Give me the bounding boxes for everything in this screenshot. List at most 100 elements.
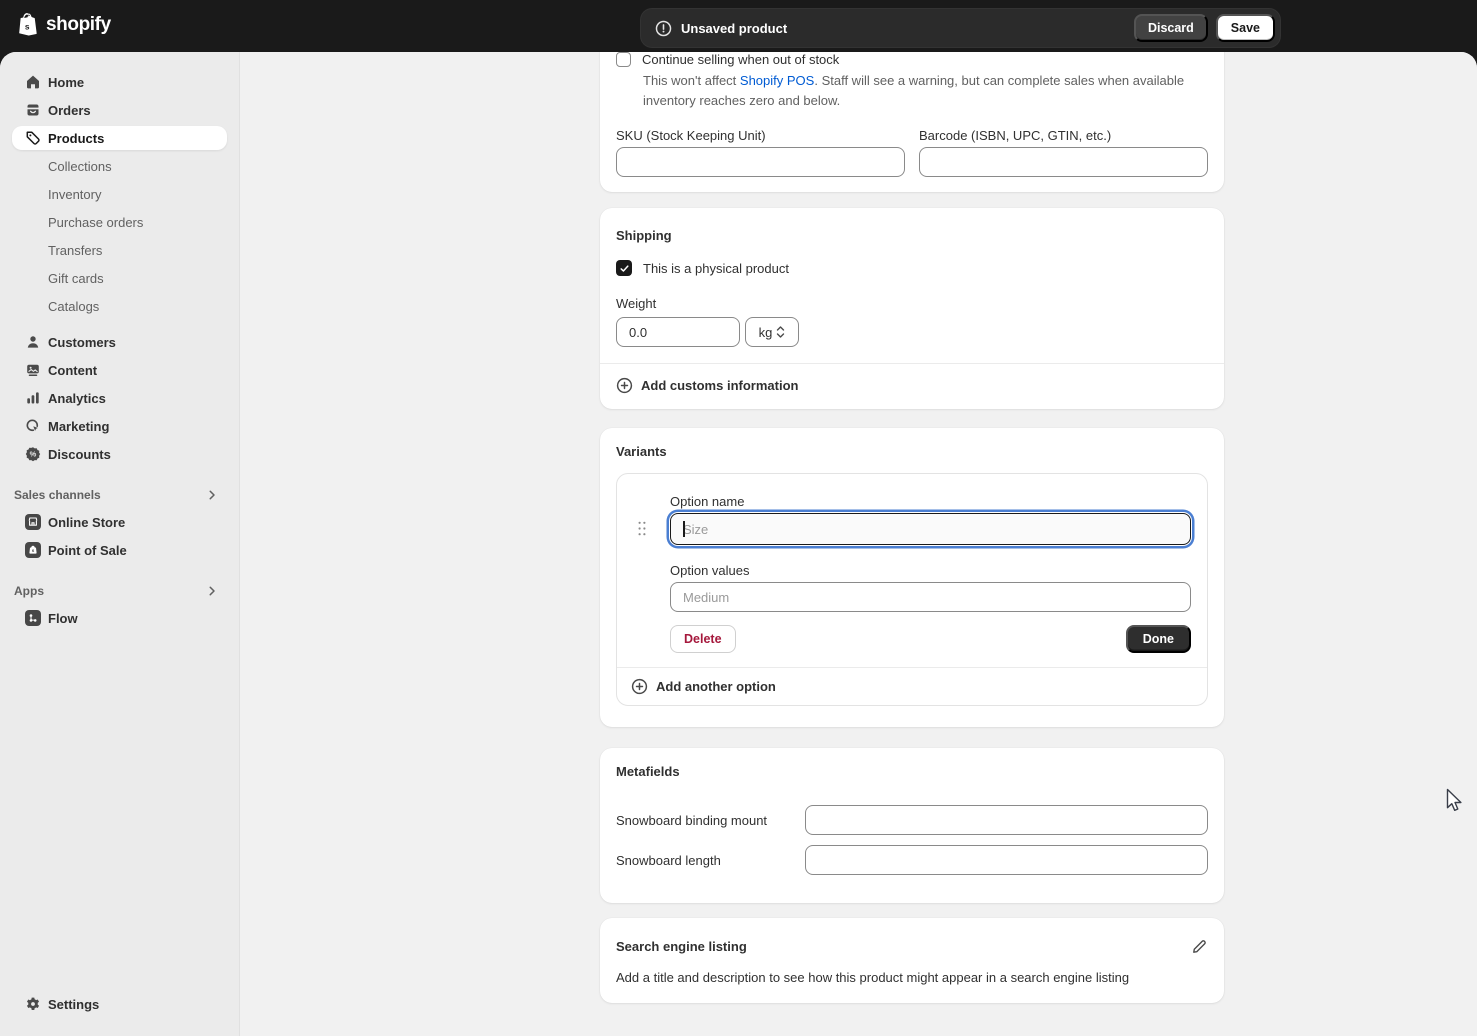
metafield-row: Snowboard binding mount xyxy=(616,805,1208,835)
sidebar-item-transfers[interactable]: Transfers xyxy=(12,238,227,262)
sidebar-item-orders[interactable]: Orders xyxy=(12,98,227,122)
shopify-wordmark: shopify xyxy=(46,14,111,36)
app-frame: Home Orders Products Collections Invento… xyxy=(0,52,1477,1036)
sidebar-subitem-label: Inventory xyxy=(48,187,101,202)
products-tag-icon xyxy=(25,130,41,146)
text-caret xyxy=(683,521,685,537)
plus-circle-icon xyxy=(616,377,633,394)
sku-label: SKU (Stock Keeping Unit) xyxy=(616,128,905,143)
add-another-option-button[interactable]: Add another option xyxy=(617,668,1207,704)
shopify-bag-icon: s xyxy=(15,12,39,38)
sidebar-subitem-label: Purchase orders xyxy=(48,215,143,230)
flow-icon xyxy=(25,610,41,626)
sidebar-item-label: Flow xyxy=(48,611,78,626)
shipping-title: Shipping xyxy=(616,228,1208,243)
apps-header[interactable]: Apps xyxy=(2,579,227,603)
shopify-pos-link[interactable]: Shopify POS xyxy=(740,73,814,88)
option-value-input[interactable] xyxy=(670,582,1191,612)
option-values-label: Option values xyxy=(670,563,1191,578)
sidebar-item-inventory[interactable]: Inventory xyxy=(12,182,227,206)
sidebar-item-label: Home xyxy=(48,75,84,90)
sidebar-item-content[interactable]: Content xyxy=(12,358,227,382)
point-of-sale-icon: s xyxy=(25,542,41,558)
customers-icon xyxy=(25,334,41,350)
sidebar-item-customers[interactable]: Customers xyxy=(12,330,227,354)
weight-unit-value: kg xyxy=(759,325,773,340)
analytics-icon xyxy=(25,390,41,406)
svg-text:%: % xyxy=(30,450,37,459)
sales-channels-header[interactable]: Sales channels xyxy=(2,483,227,507)
sidebar-item-analytics[interactable]: Analytics xyxy=(12,386,227,410)
sidebar-item-catalogs[interactable]: Catalogs xyxy=(12,294,227,318)
option-name-input[interactable] xyxy=(670,513,1191,545)
option-name-label: Option name xyxy=(670,494,1191,509)
contextual-save-bar: Unsaved product Discard Save xyxy=(640,8,1281,48)
sidebar-item-home[interactable]: Home xyxy=(12,70,227,94)
discard-button[interactable]: Discard xyxy=(1134,14,1208,42)
sidebar-item-collections[interactable]: Collections xyxy=(12,154,227,178)
metafield-label: Snowboard length xyxy=(616,853,805,868)
done-option-button[interactable]: Done xyxy=(1126,625,1191,653)
save-button[interactable]: Save xyxy=(1216,14,1275,42)
sidebar-item-products[interactable]: Products xyxy=(12,126,227,150)
sidebar-item-flow[interactable]: Flow xyxy=(12,606,227,630)
edit-pencil-icon[interactable] xyxy=(1191,938,1208,955)
inventory-card: Continue selling when out of stock This … xyxy=(600,52,1224,192)
sidebar-item-discounts[interactable]: % Discounts xyxy=(12,442,227,466)
metafield-row: Snowboard length xyxy=(616,845,1208,875)
weight-label: Weight xyxy=(616,296,1208,311)
main-area: Continue selling when out of stock This … xyxy=(240,52,1477,1036)
nav-gap xyxy=(0,322,239,330)
sidebar-item-marketing[interactable]: Marketing xyxy=(12,414,227,438)
apps-label: Apps xyxy=(14,584,44,598)
metafield-label: Snowboard binding mount xyxy=(616,813,805,828)
drag-handle-icon[interactable] xyxy=(638,521,646,539)
physical-product-checkbox[interactable] xyxy=(616,260,632,276)
snowboard-length-input[interactable] xyxy=(805,845,1208,875)
variant-option-editor: Option name Option values Delete Done xyxy=(616,473,1208,706)
plus-circle-icon xyxy=(631,678,648,695)
weight-unit-select[interactable]: kg xyxy=(745,317,799,347)
variants-title: Variants xyxy=(616,444,1208,459)
sidebar-item-label: Settings xyxy=(48,997,99,1012)
stepper-chevrons-icon xyxy=(776,325,785,339)
sidebar-nav: Home Orders Products Collections Invento… xyxy=(0,52,240,1036)
seo-card: Search engine listing Add a title and de… xyxy=(600,918,1224,1003)
gear-icon xyxy=(25,996,41,1012)
weight-input[interactable] xyxy=(616,317,740,347)
sidebar-item-label: Online Store xyxy=(48,515,125,530)
sidebar-item-label: Analytics xyxy=(48,391,106,406)
snowboard-binding-mount-input[interactable] xyxy=(805,805,1208,835)
svg-text:s: s xyxy=(32,548,35,553)
delete-option-button[interactable]: Delete xyxy=(670,625,736,653)
svg-text:s: s xyxy=(25,21,30,31)
sidebar-item-label: Customers xyxy=(48,335,116,350)
marketing-icon xyxy=(25,418,41,434)
orders-icon xyxy=(25,102,41,118)
shopify-logo[interactable]: s shopify xyxy=(15,12,111,38)
barcode-input[interactable] xyxy=(919,147,1208,177)
add-another-option-label: Add another option xyxy=(656,679,776,694)
sidebar-item-gift-cards[interactable]: Gift cards xyxy=(12,266,227,290)
seo-description: Add a title and description to see how t… xyxy=(616,970,1208,985)
sidebar-item-online-store[interactable]: Online Store xyxy=(12,510,227,534)
sidebar-item-label: Discounts xyxy=(48,447,111,462)
home-icon xyxy=(25,74,41,90)
seo-title: Search engine listing xyxy=(616,939,747,954)
unsaved-product-message: Unsaved product xyxy=(681,21,787,36)
barcode-label: Barcode (ISBN, UPC, GTIN, etc.) xyxy=(919,128,1208,143)
sidebar-subitem-label: Collections xyxy=(48,159,112,174)
sidebar-item-settings[interactable]: Settings xyxy=(12,992,227,1016)
metafields-card: Metafields Snowboard binding mount Snowb… xyxy=(600,748,1224,903)
continue-selling-checkbox[interactable] xyxy=(616,52,631,67)
discounts-icon: % xyxy=(25,446,41,462)
sidebar-subitem-label: Transfers xyxy=(48,243,102,258)
continue-selling-label: Continue selling when out of stock xyxy=(642,52,839,67)
sku-input[interactable] xyxy=(616,147,905,177)
sidebar-item-purchase-orders[interactable]: Purchase orders xyxy=(12,210,227,234)
sidebar-item-point-of-sale[interactable]: s Point of Sale xyxy=(12,538,227,562)
sidebar-item-label: Point of Sale xyxy=(48,543,127,558)
check-icon xyxy=(619,263,630,274)
sidebar-subitem-label: Catalogs xyxy=(48,299,99,314)
add-customs-button[interactable]: Add customs information xyxy=(600,364,1224,407)
